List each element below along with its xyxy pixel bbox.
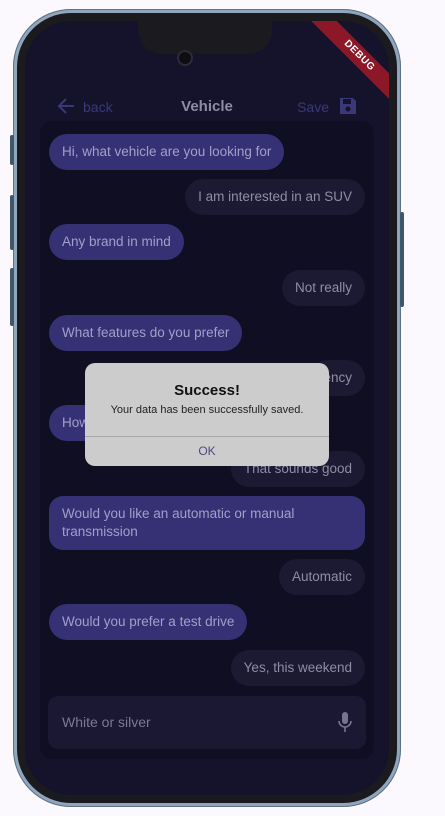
dialog-title: Success!	[174, 382, 240, 399]
ok-button[interactable]: OK	[85, 437, 329, 466]
message-bot: Would you like an automatic or manual tr…	[49, 496, 365, 550]
message-user: Yes, this weekend	[230, 650, 365, 686]
microphone-icon[interactable]	[338, 712, 352, 737]
phone-button-left-3	[10, 268, 14, 326]
message-bot: Hi, what vehicle are you looking for	[49, 134, 285, 170]
phone-button-left-2	[10, 195, 14, 250]
success-dialog: Success! Your data has been successfully…	[85, 363, 329, 466]
phone-notch	[138, 21, 272, 54]
message-user: Not really	[281, 270, 365, 306]
message-bot: Would you prefer a test drive	[49, 604, 248, 640]
message-input[interactable]: White or silver	[48, 696, 366, 749]
phone-button-left-1	[10, 135, 14, 165]
camera-icon	[177, 50, 193, 66]
message-user: I am interested in an SUV	[185, 179, 365, 215]
message-input-value: White or silver	[62, 714, 151, 730]
message-bot: Any brand in mind	[49, 224, 184, 260]
phone-button-right	[400, 212, 404, 307]
floppy-disk-icon	[339, 97, 357, 118]
dialog-message: Your data has been successfully saved.	[110, 404, 304, 416]
message-bot: What features do you prefer	[49, 315, 243, 351]
save-label: Save	[297, 99, 329, 115]
message-user: Automatic	[278, 559, 365, 595]
